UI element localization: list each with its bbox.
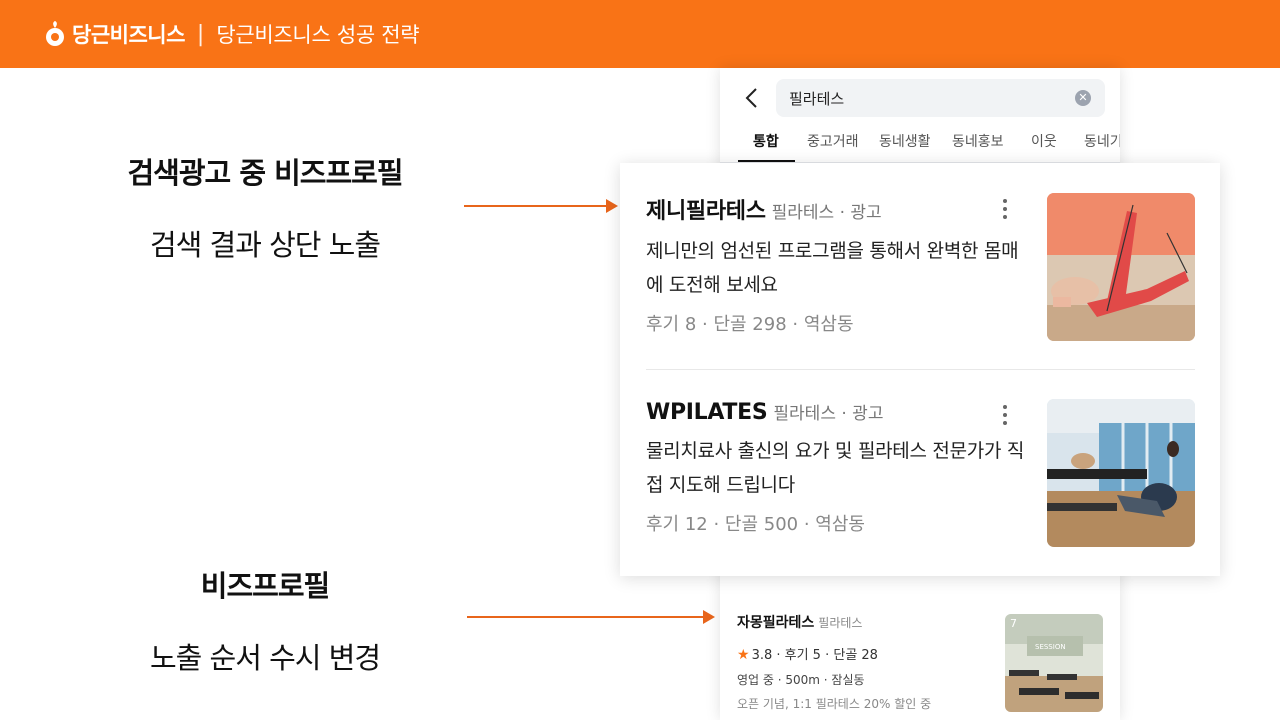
listing-rating-row: ★ 3.8 · 후기 5 · 단골 28: [737, 644, 878, 663]
divider: [646, 369, 1195, 370]
tab-local-promo[interactable]: 동네홍보: [952, 131, 1004, 151]
listing-status: 영업 중 · 500m · 잠실동: [737, 673, 865, 687]
search-tabs: 통합 중고거래 동네생활 동네홍보 이웃 동네기: [720, 128, 1120, 164]
ad-category: 필라테스 · 광고: [773, 404, 884, 424]
ad-description: 물리치료사 출신의 요가 및 필라테스 전문가가 직접 지도해 드립니다: [646, 440, 1025, 496]
star-icon: ★: [737, 647, 750, 663]
callout-subtext: 검색 결과 상단 노출: [149, 228, 381, 262]
tab-neighbors[interactable]: 이웃: [1031, 131, 1057, 151]
callout-heading: 검색광고 중 비즈프로필: [127, 156, 404, 190]
listing-category: 필라테스: [818, 616, 863, 630]
studio-sign: SESSION: [1035, 643, 1066, 651]
header-separator: |: [196, 21, 205, 47]
arrow-to-listing: [467, 610, 715, 624]
callout-heading: 비즈프로필: [200, 569, 330, 603]
ad-item[interactable]: WPILATES 필라테스 · 광고 물리치료사 출신의 요가 및 필라테스 전문…: [646, 399, 1196, 547]
ad-thumbnail-pilates-image[interactable]: [1047, 193, 1195, 341]
callout-subtext: 노출 순서 수시 변경: [149, 641, 381, 675]
carrot-logo-icon: [44, 21, 66, 47]
listing-business-name: 자몽필라테스: [737, 615, 815, 631]
listing-promo: 오픈 기념, 1:1 필라테스 20% 할인 중: [737, 697, 932, 711]
ad-business-name: WPILATES: [646, 400, 768, 425]
search-bar: 필라테스 ✕: [720, 79, 1120, 117]
ad-category: 필라테스 · 광고: [771, 203, 882, 223]
tab-used-market[interactable]: 중고거래: [807, 131, 859, 151]
tab-integrated[interactable]: 통합: [753, 131, 779, 151]
ad-description: 제니만의 엄선된 프로그램을 통해서 완벽한 몸매에 도전해 보세요: [646, 240, 1019, 296]
callout-biz-profile: 비즈프로필 노출 순서 수시 변경: [105, 563, 425, 677]
more-options-icon[interactable]: [1001, 197, 1009, 221]
back-arrow-icon[interactable]: [742, 87, 762, 109]
listing-rating: 3.8 · 후기 5 · 단골 28: [751, 648, 878, 663]
ad-business-name: 제니필라테스: [646, 199, 766, 224]
biz-profile-listing[interactable]: 자몽필라테스 필라테스 ★ 3.8 · 후기 5 · 단골 28 영업 중 · 50…: [737, 612, 1107, 720]
ad-thumbnail-studio-image[interactable]: [1047, 399, 1195, 547]
header-bar: 당근비즈니스 | 당근비즈니스 성공 전략: [0, 0, 1280, 68]
callout-search-ad: 검색광고 중 비즈프로필 검색 결과 상단 노출: [105, 150, 425, 264]
search-query: 필라테스: [789, 90, 845, 108]
page-title: 당근비즈니스 성공 전략: [216, 23, 420, 47]
tab-more[interactable]: 동네기: [1084, 131, 1120, 151]
search-ad-card: 제니필라테스 필라테스 · 광고 제니만의 엄선된 프로그램을 통해서 완벽한 몸…: [620, 163, 1220, 576]
search-input[interactable]: 필라테스 ✕: [776, 79, 1105, 117]
ad-item[interactable]: 제니필라테스 필라테스 · 광고 제니만의 엄선된 프로그램을 통해서 완벽한 몸…: [646, 193, 1196, 341]
tab-community[interactable]: 동네생활: [879, 131, 931, 151]
listing-thumbnail-studio-image[interactable]: SESSION 7: [1005, 614, 1103, 712]
clear-search-icon[interactable]: ✕: [1075, 90, 1091, 106]
photo-count-badge: 7: [1010, 617, 1017, 630]
arrow-to-ads: [464, 199, 618, 213]
more-options-icon[interactable]: [1001, 403, 1009, 427]
brand-name: 당근비즈니스: [72, 23, 185, 47]
